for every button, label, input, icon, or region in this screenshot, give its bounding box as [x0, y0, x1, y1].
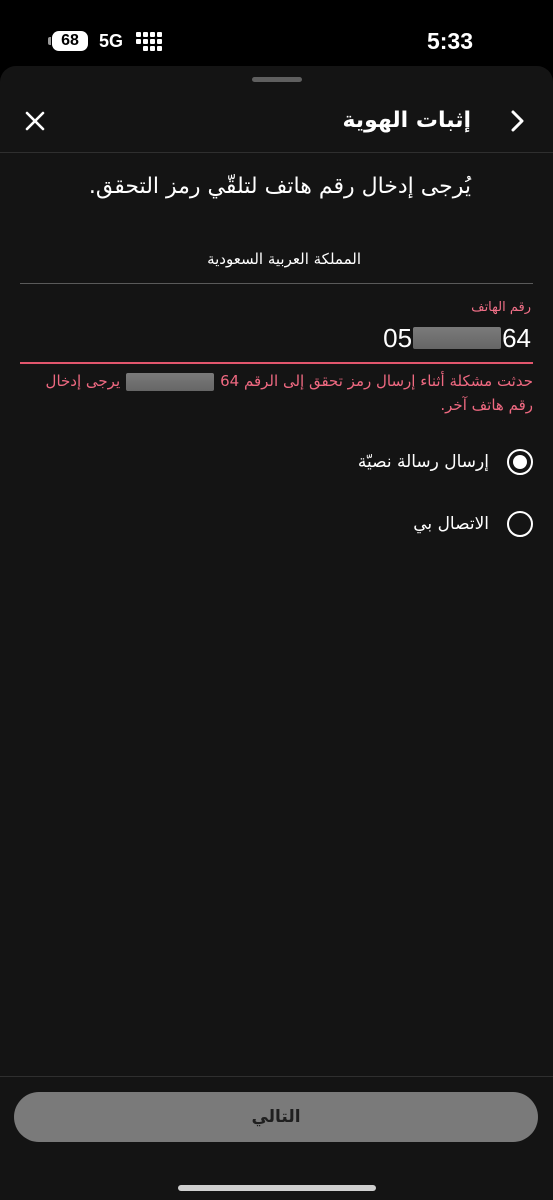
option-label: الاتصال بي — [413, 514, 489, 534]
redacted-digits — [413, 327, 502, 349]
next-button[interactable]: التالي — [14, 1092, 538, 1142]
status-time: 5:33 — [426, 28, 473, 54]
close-button[interactable] — [18, 104, 52, 138]
country-value: المملكة العربية السعودية — [207, 250, 361, 268]
network-type: 5G — [99, 31, 124, 51]
chevron-right-icon — [511, 110, 524, 132]
phone-label: رقم الهاتف — [471, 300, 531, 315]
radio-selected-icon[interactable] — [507, 449, 533, 475]
redacted-digits-error — [126, 372, 215, 391]
battery-level: 68 — [61, 32, 79, 49]
identity-verification-sheet: إثبات الهوية يُرجى إدخال رقم هاتف لتلقّي… — [0, 66, 553, 1200]
option-send-sms[interactable]: إرسال رسالة نصيّة — [358, 445, 533, 479]
instructions-text: يُرجى إدخال رقم هاتف لتلقّي رمز التحقق. — [88, 174, 471, 199]
phone-input[interactable]: رقم الهاتف 05 64 — [20, 296, 533, 364]
radio-unselected-icon[interactable] — [507, 511, 533, 537]
phone-prefix: 05 — [383, 322, 413, 353]
option-label: إرسال رسالة نصيّة — [357, 452, 489, 472]
sheet-grabber[interactable] — [252, 77, 302, 82]
signal-icon — [136, 32, 162, 51]
option-call-me[interactable]: الاتصال بي — [413, 507, 533, 541]
phone-suffix: 64 — [502, 322, 531, 353]
battery-tip — [48, 37, 51, 45]
country-selector[interactable]: المملكة العربية السعودية — [20, 238, 533, 284]
error-message: حدثت مشكلة أثناء إرسال رمز تحقق إلى الرق… — [20, 369, 533, 417]
sheet-header: إثبات الهوية — [0, 90, 553, 153]
status-bar: 68 5G 5:33 — [0, 0, 553, 66]
error-message-part1: حدثت مشكلة أثناء إرسال رمز تحقق إلى الرق… — [220, 372, 533, 390]
page-title: إثبات الهوية — [342, 108, 471, 133]
back-button[interactable] — [505, 104, 531, 138]
footer: التالي — [0, 1076, 553, 1200]
battery-icon: 68 — [52, 31, 88, 51]
close-icon — [25, 111, 45, 131]
home-indicator — [178, 1185, 376, 1191]
phone-value[interactable]: 05 64 — [383, 322, 531, 354]
